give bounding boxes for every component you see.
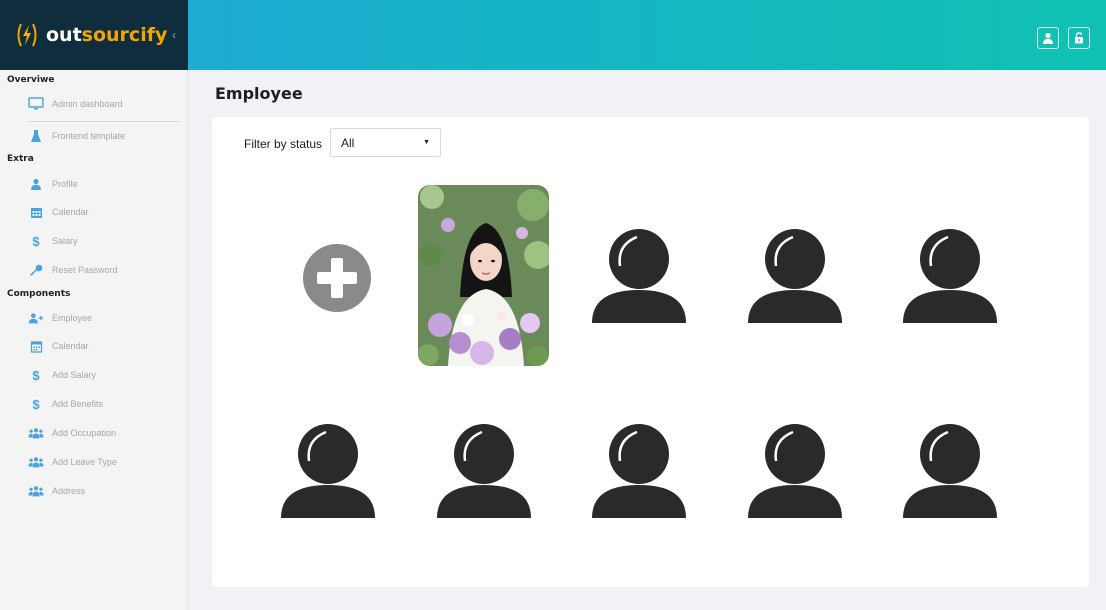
employee-photo[interactable] xyxy=(418,185,549,366)
sidebar-item-salary[interactable]: $ Salary xyxy=(28,230,178,252)
brand-name-part2: sourcify xyxy=(81,24,168,46)
employee-avatar-placeholder[interactable] xyxy=(745,421,845,521)
sidebar-item-label: Reset Password xyxy=(52,265,118,275)
monitor-icon xyxy=(28,96,44,112)
users-icon xyxy=(28,454,44,470)
sidebar-item-label: Employee xyxy=(52,313,93,323)
calendar-icon xyxy=(28,204,44,220)
sidebar-section-overview: Overviwe xyxy=(7,75,55,85)
employee-avatar-placeholder[interactable] xyxy=(745,226,845,326)
key-icon xyxy=(28,262,44,278)
sidebar-item-label: Address xyxy=(52,486,86,496)
page-title: Employee xyxy=(215,84,303,103)
sidebar-item-label: Frontend template xyxy=(52,131,126,141)
sidebar-item-address[interactable]: Address xyxy=(28,480,178,502)
sidebar-section-components: Components xyxy=(7,289,71,299)
sidebar-item-frontend-template[interactable]: Frontend template xyxy=(28,125,178,147)
employee-avatar-placeholder[interactable] xyxy=(900,226,1000,326)
employee-avatar-placeholder[interactable] xyxy=(434,421,534,521)
sidebar-item-label: Salary xyxy=(52,236,78,246)
caret-down-icon: ▼ xyxy=(423,139,430,146)
sidebar-item-profile[interactable]: Profile xyxy=(28,173,178,195)
sidebar-item-label: Calendar xyxy=(52,207,89,217)
user-icon[interactable] xyxy=(1037,27,1059,49)
plus-circle-icon[interactable] xyxy=(303,244,371,312)
sidebar-item-label: Calendar xyxy=(52,341,89,351)
sidebar-item-add-salary[interactable]: $ Add Salary xyxy=(28,364,178,386)
unlock-icon[interactable] xyxy=(1068,27,1090,49)
sidebar-item-label: Add Occupation xyxy=(52,428,117,438)
user-icon xyxy=(28,176,44,192)
status-filter-value: All xyxy=(341,135,355,150)
sidebar-item-add-benefits[interactable]: $ Add Benefits xyxy=(28,393,178,415)
employee-avatar-placeholder[interactable] xyxy=(900,421,1000,521)
employee-avatar-placeholder[interactable] xyxy=(589,421,689,521)
dollar-icon: $ xyxy=(32,396,40,412)
users-icon xyxy=(28,483,44,499)
sidebar-section-extra: Extra xyxy=(7,154,34,164)
sidebar-item-add-occupation[interactable]: Add Occupation xyxy=(28,422,178,444)
chevron-left-icon[interactable]: ‹ xyxy=(172,28,176,42)
sidebar-item-label: Add Benefits xyxy=(52,399,104,409)
sidebar-item-admin-dashboard[interactable]: Admin dashboard xyxy=(28,93,178,115)
sidebar-item-add-leave-type[interactable]: Add Leave Type xyxy=(28,451,178,473)
filter-label: Filter by status xyxy=(244,137,323,151)
sidebar-item-label: Admin dashboard xyxy=(52,99,123,109)
dollar-icon: $ xyxy=(32,367,40,383)
sidebar-item-label: Add Salary xyxy=(52,370,97,380)
sidebar-item-employee[interactable]: Employee xyxy=(28,307,178,329)
calendar-icon xyxy=(28,338,44,354)
sidebar-divider xyxy=(28,121,180,122)
users-icon xyxy=(28,425,44,441)
sidebar-item-calendar[interactable]: Calendar xyxy=(28,201,178,223)
status-filter-select[interactable]: All ▼ xyxy=(330,128,441,157)
user-plus-icon xyxy=(28,310,44,326)
lightning-bolt-icon xyxy=(12,20,42,50)
flask-icon xyxy=(28,128,44,144)
sidebar-item-label: Add Leave Type xyxy=(52,457,117,467)
sidebar-item-calendar[interactable]: Calendar xyxy=(28,335,178,357)
brand-name: outsourcify xyxy=(46,24,167,46)
sidebar-item-label: Profile xyxy=(52,179,78,189)
brand-name-part1: out xyxy=(46,24,82,46)
employee-avatar-placeholder[interactable] xyxy=(278,421,378,521)
brand[interactable]: outsourcify xyxy=(0,0,188,70)
sidebar-item-reset-password[interactable]: Reset Password xyxy=(28,259,178,281)
dollar-icon: $ xyxy=(32,233,40,249)
employee-avatar-placeholder[interactable] xyxy=(589,226,689,326)
